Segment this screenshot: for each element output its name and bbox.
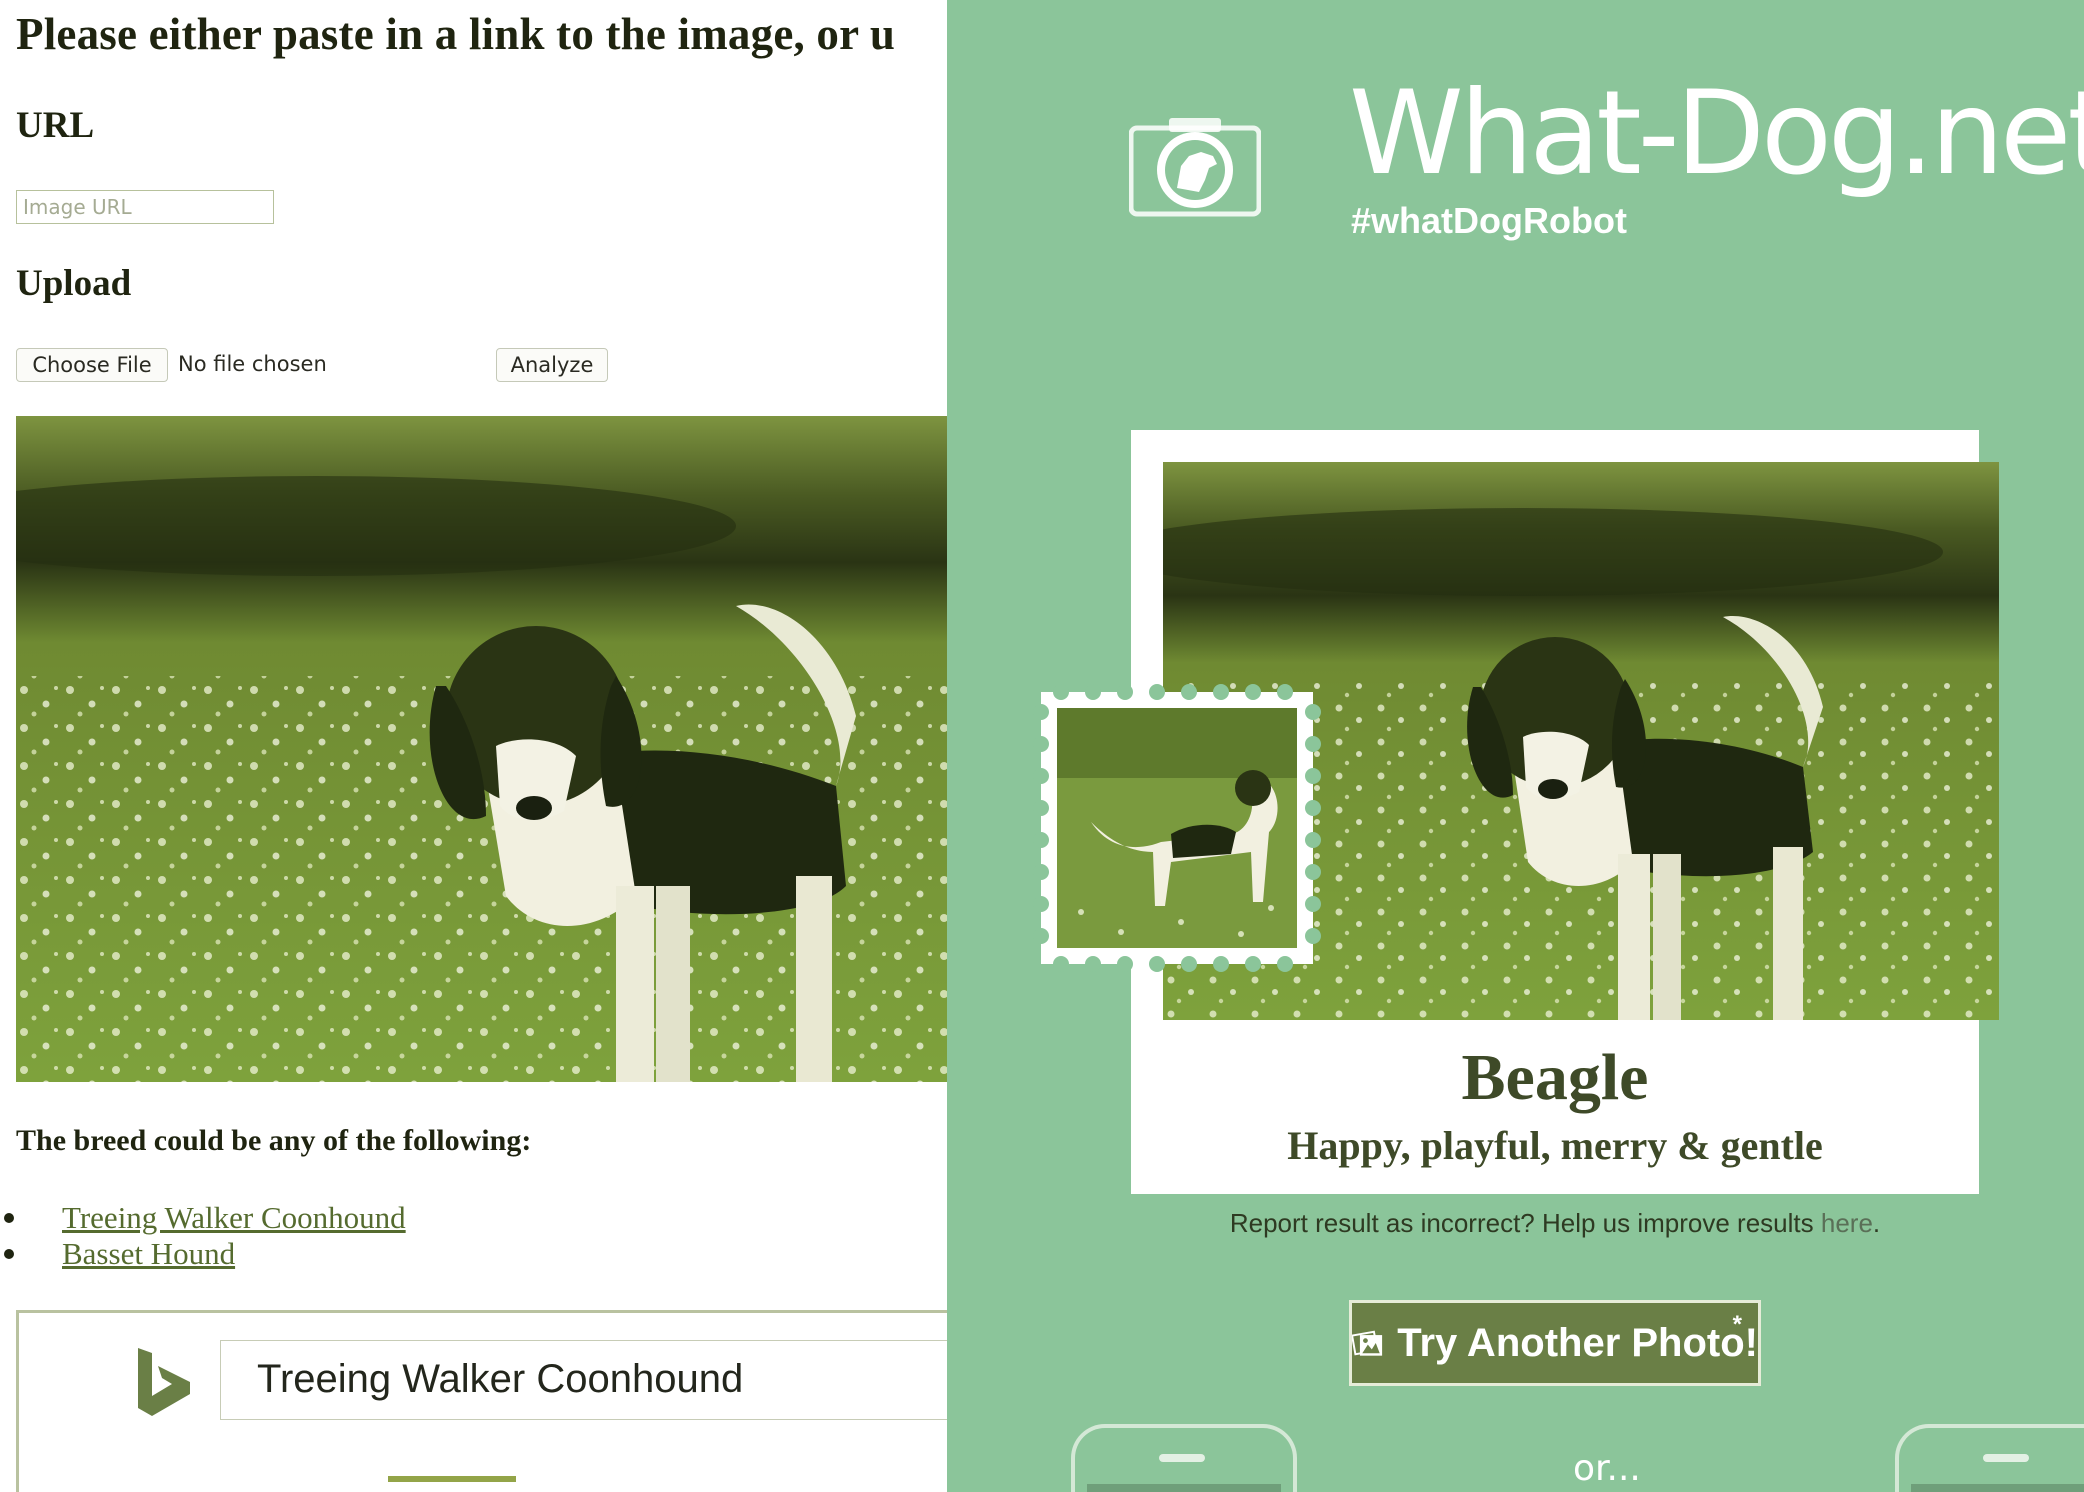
photos-icon — [1352, 1330, 1383, 1356]
report-suffix: . — [1872, 1208, 1881, 1238]
try-another-photo-button[interactable]: Try Another Photo! * — [1349, 1300, 1761, 1386]
result-tagline: Happy, playful, merry & gentle — [1287, 1123, 1823, 1168]
no-file-chosen-text: No file chosen — [178, 352, 327, 376]
report-here-link[interactable]: here — [1821, 1208, 1873, 1238]
phone-preview-right[interactable] — [1895, 1424, 2084, 1492]
phone-screen — [1911, 1484, 2084, 1492]
breed-results-list: Treeing Walker Coonhound Basset Hound — [4, 1200, 406, 1272]
bing-logo-icon — [138, 1348, 190, 1416]
camera-logo-icon — [1129, 118, 1261, 217]
try-button-asterisk: * — [1732, 1311, 1742, 1338]
phone-speaker — [1983, 1454, 2029, 1462]
choose-file-button[interactable]: Choose File — [16, 348, 168, 382]
phone-screen — [1087, 1484, 1281, 1492]
list-item: Treeing Walker Coonhound — [4, 1200, 406, 1236]
hashtag-link[interactable]: #whatDogRobot — [1351, 200, 1627, 242]
site-title: What-Dog.net — [1349, 66, 2084, 201]
uploaded-dog-photo — [16, 416, 947, 1082]
analyzer-page: Please either paste in a link to the ima… — [0, 0, 947, 1492]
phone-preview-left[interactable] — [1071, 1424, 1297, 1492]
url-heading: URL — [16, 105, 95, 146]
breed-link-treeing-walker-coonhound[interactable]: Treeing Walker Coonhound — [62, 1200, 406, 1235]
phone-speaker — [1159, 1454, 1205, 1462]
bullet-icon — [4, 1249, 14, 1259]
result-breed-name: Beagle — [1461, 1041, 1649, 1114]
bing-search-input[interactable]: Treeing Walker Coonhound — [220, 1340, 947, 1420]
bing-tab-indicator — [388, 1476, 516, 1482]
upload-heading: Upload — [16, 263, 132, 304]
page-heading: Please either paste in a link to the ima… — [16, 9, 896, 59]
breed-results-heading: The breed could be any of the following: — [16, 1124, 532, 1157]
bullet-icon — [4, 1213, 14, 1223]
analyze-button[interactable]: Analyze — [496, 348, 608, 382]
reference-breed-stamp — [1033, 684, 1321, 972]
report-incorrect-text: Report result as incorrect? Help us impr… — [1131, 1208, 1979, 1239]
image-url-input[interactable] — [16, 190, 274, 224]
list-item: Basset Hound — [4, 1236, 406, 1272]
breed-link-basset-hound[interactable]: Basset Hound — [62, 1236, 235, 1271]
what-dog-page: What-Dog.net #whatDogRobot Beagle Happy,… — [947, 0, 2084, 1492]
report-text: Report result as incorrect? Help us impr… — [1229, 1208, 1821, 1238]
or-text: or... — [1573, 1448, 1641, 1489]
try-another-photo-label: Try Another Photo! — [1397, 1320, 1758, 1365]
